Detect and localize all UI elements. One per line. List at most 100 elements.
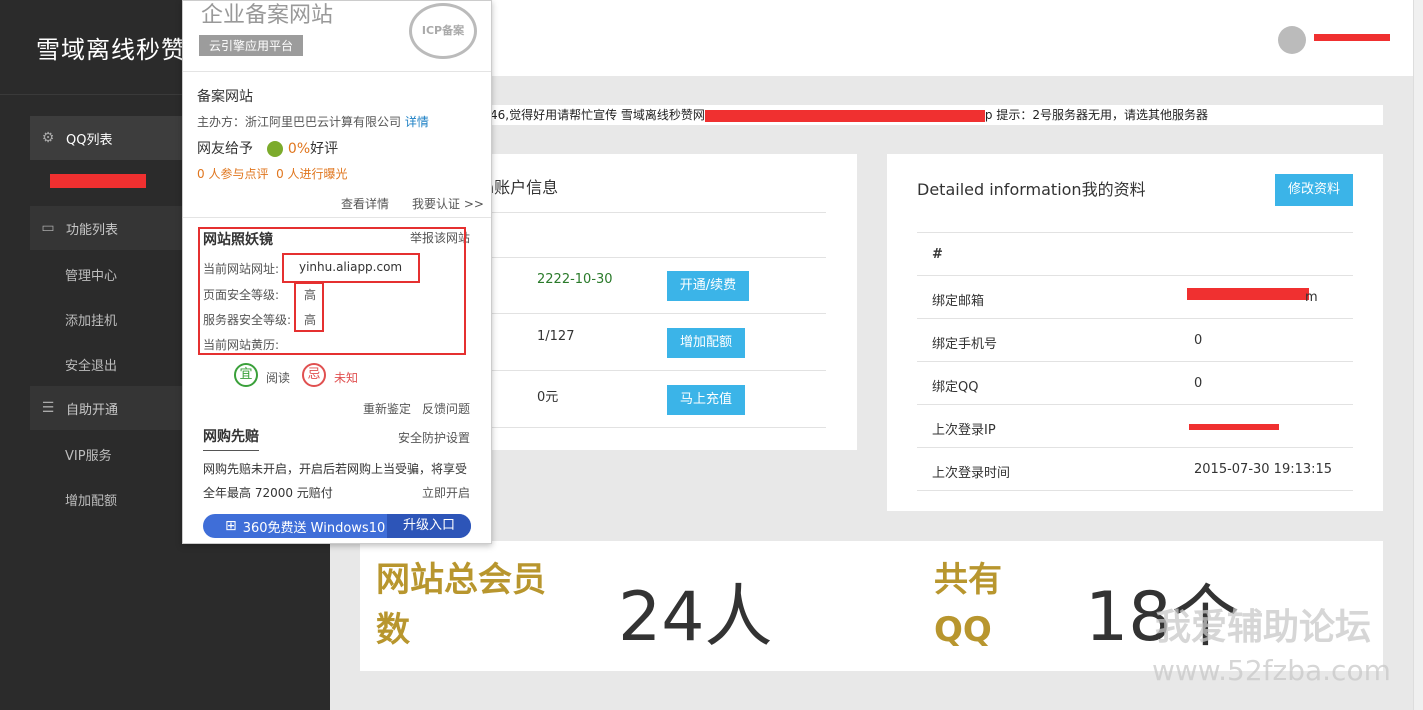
quota-value: 1/127: [537, 329, 575, 344]
profile-card-title: Detailed information我的资料: [917, 180, 1146, 199]
balance-value: 0元: [537, 390, 559, 405]
qq-label-2: QQ: [934, 610, 992, 650]
table-row-label: 绑定邮箱: [932, 294, 985, 309]
popup-title: 企业备案网站: [201, 3, 334, 28]
row-divider: [917, 447, 1353, 448]
row-divider: [480, 370, 826, 371]
redacted-email: [1187, 288, 1309, 300]
row-divider: [480, 427, 826, 428]
rating-line: 网友给予 0%好评: [197, 138, 338, 158]
windows10-banner[interactable]: ⊞ 360免费送 Windows10 升级入口: [203, 514, 471, 538]
site-type: 备案网站: [197, 89, 253, 105]
sponsor-line: 主办方：浙江阿里巴巴云计算有限公司 详情: [197, 113, 429, 130]
annotation-box: [198, 227, 466, 355]
table-row-value: 0: [1194, 333, 1203, 348]
enable-now-link[interactable]: 立即开启: [422, 484, 470, 501]
rating-value: 0%: [287, 141, 311, 157]
sidebar-item-label: 功能列表: [66, 222, 119, 238]
table-row-value: 2015-07-30 19:13:15: [1194, 462, 1333, 477]
annotation-box: [282, 253, 420, 283]
watermark-url: www.52fzba.com: [1152, 654, 1391, 687]
table-row-label: 上次登录时间: [932, 466, 1011, 481]
reidentify-link[interactable]: 重新鉴定: [363, 400, 411, 417]
table-row-label: 绑定手机号: [932, 337, 998, 352]
good-icon: 宜: [234, 363, 258, 387]
rating-suffix: 好评: [310, 141, 339, 157]
exposure-count: 0 人进行曝光: [276, 167, 348, 181]
profile-card: Detailed information我的资料 修改资料 # 绑定邮箱 m 绑…: [887, 154, 1383, 511]
top-header: [330, 0, 1413, 76]
members-label-1: 网站总会员: [376, 560, 546, 600]
shop-desc-2: 全年最高 72000 元赔付: [203, 486, 333, 500]
sidebar-item-label: QQ列表: [66, 132, 113, 148]
participation-line: 0 人参与点评 0 人进行曝光: [197, 165, 348, 182]
row-divider: [917, 490, 1353, 491]
avatar[interactable]: [1278, 26, 1306, 54]
rating-icon: [267, 141, 284, 157]
monitor-icon: ▭: [41, 220, 55, 236]
recharge-button[interactable]: 马上充值: [667, 385, 745, 415]
row-divider: [917, 232, 1353, 233]
row-divider: [480, 212, 826, 213]
notice-text-left: 46,觉得好用请帮忙宣传 雪域离线秒赞网: [490, 108, 705, 122]
table-row-value: 0: [1194, 376, 1203, 391]
scrollbar[interactable]: [1413, 0, 1423, 710]
rating-label: 网友给予: [197, 141, 253, 157]
security-settings-link[interactable]: 安全防护设置: [398, 429, 470, 446]
row-divider: [480, 257, 826, 258]
edit-profile-button[interactable]: 修改资料: [1275, 174, 1353, 206]
account-card-title: n账户信息: [484, 178, 559, 197]
participate-count: 0 人参与点评: [197, 167, 269, 181]
feedback-link[interactable]: 反馈问题: [422, 400, 470, 417]
watermark-title: 我爱辅助论坛: [1155, 607, 1372, 648]
add-quota-button[interactable]: 增加配额: [667, 328, 745, 358]
database-icon: ☰: [41, 400, 55, 416]
annotation-box: [294, 282, 324, 332]
bad-icon: 忌: [302, 363, 326, 387]
brand-title: 雪域离线秒赞: [36, 36, 186, 64]
expire-date: 2222-10-30: [537, 272, 613, 287]
table-header: #: [932, 247, 943, 262]
sidebar-item-add-hang[interactable]: 添加挂机: [65, 310, 117, 329]
redacted-bar: [50, 174, 146, 188]
sidebar-item-vip[interactable]: VIP服务: [65, 445, 112, 464]
certify-link[interactable]: 我要认证 >>: [412, 195, 484, 212]
redacted-ip: [1189, 424, 1279, 430]
redacted-url: [704, 109, 985, 122]
icp-stamp-icon: ICP备案: [409, 3, 477, 59]
row-divider: [917, 404, 1353, 405]
windows-icon: ⊞: [225, 518, 237, 534]
table-row-value: m: [1305, 290, 1318, 305]
good-text: 阅读: [266, 371, 291, 385]
shop-desc-1: 网购先赔未开启，开启后若网购上当受骗，将享受: [203, 462, 468, 476]
divider: [183, 217, 491, 218]
sidebar-item-add-quota[interactable]: 增加配额: [65, 490, 117, 509]
renew-button[interactable]: 开通/续费: [667, 271, 749, 301]
view-details-link[interactable]: 查看详情: [341, 195, 389, 212]
notice-bar: 46,觉得好用请帮忙宣传 雪域离线秒赞网 p 提示：2号服务器无用，请选其他服务器: [490, 105, 1383, 125]
details-link[interactable]: 详情: [405, 115, 429, 129]
table-row-label: 绑定QQ: [932, 380, 979, 395]
windows-label: 360免费送 Windows10: [242, 520, 386, 536]
divider: [183, 71, 491, 72]
table-row-label: 上次登录IP: [932, 423, 996, 438]
bad-text: 未知: [334, 371, 359, 385]
shop-title: 网购先赔: [203, 426, 259, 451]
gear-icon: ⚙: [41, 130, 55, 146]
qq-label-1: 共有: [934, 560, 1002, 600]
members-count: 24人: [618, 578, 773, 657]
sidebar-item-label: 自助开通: [66, 402, 119, 418]
sidebar-item-logout[interactable]: 安全退出: [65, 355, 117, 374]
members-label-2: 数: [376, 610, 410, 650]
platform-tag: 云引擎应用平台: [199, 35, 304, 56]
redacted-username: [1314, 34, 1390, 41]
row-divider: [917, 318, 1353, 319]
notice-text-right: p 提示：2号服务器无用，请选其他服务器: [984, 108, 1208, 122]
row-divider: [917, 275, 1353, 276]
row-divider: [480, 313, 826, 314]
sponsor-label: 主办方：浙江阿里巴巴云计算有限公司: [197, 115, 402, 129]
icp-popup: 企业备案网站 云引擎应用平台 ICP备案 备案网站 主办方：浙江阿里巴巴云计算有…: [182, 0, 492, 544]
upgrade-button[interactable]: 升级入口: [386, 514, 471, 538]
row-divider: [917, 361, 1353, 362]
sidebar-item-admin-center[interactable]: 管理中心: [65, 265, 117, 284]
